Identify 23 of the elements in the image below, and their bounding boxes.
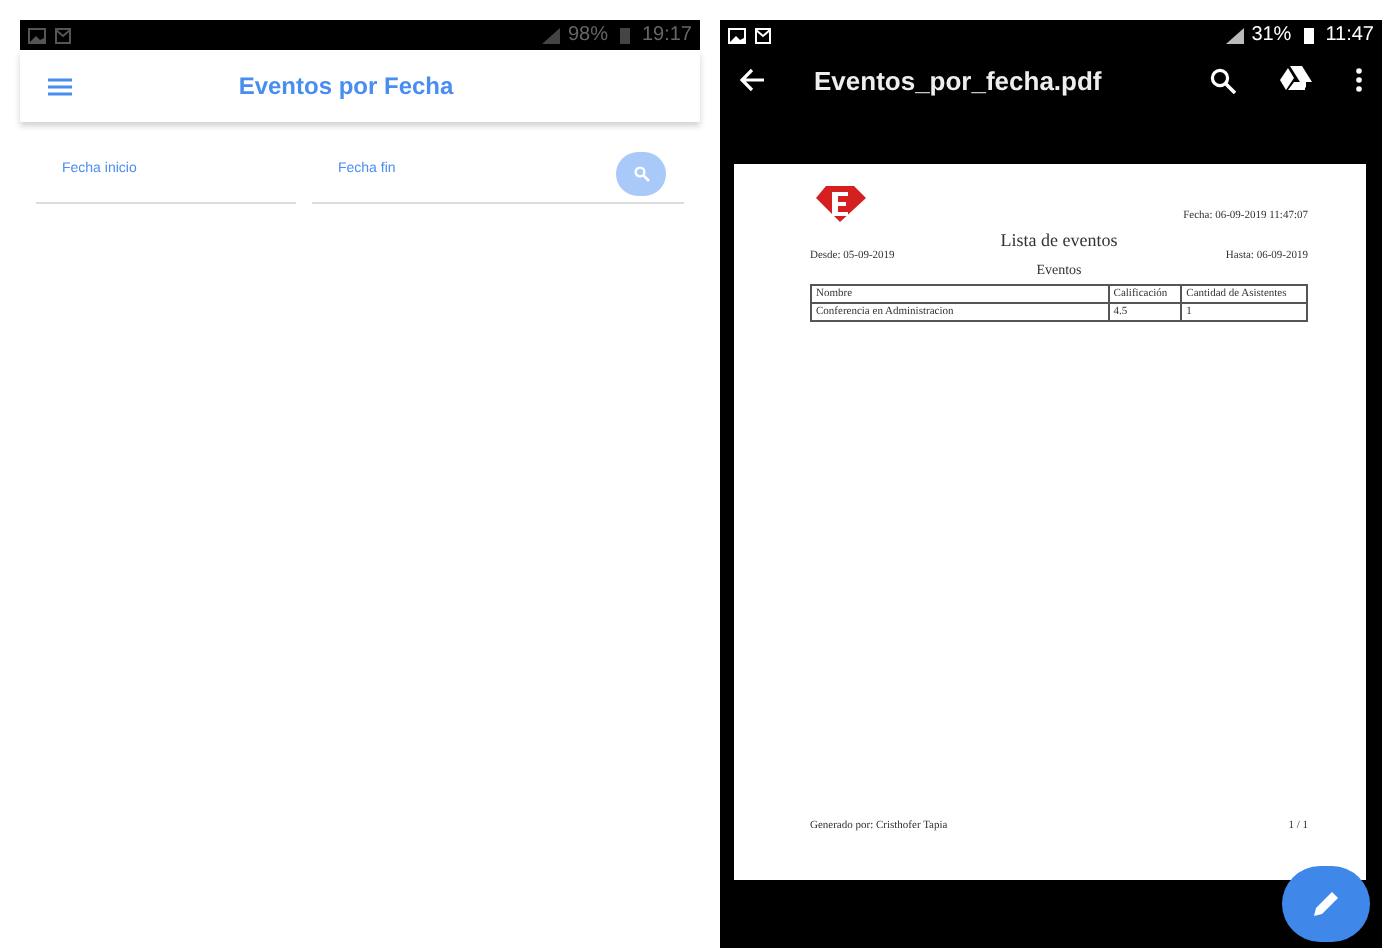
status-time: 11:47 <box>1325 24 1374 46</box>
battery-level: 31% <box>1251 24 1292 46</box>
pencil-icon <box>1310 888 1342 920</box>
battery-icon <box>615 27 634 43</box>
battery-level: 98% <box>567 24 608 46</box>
status-time: 19:17 <box>641 24 692 46</box>
back-arrow-icon[interactable] <box>740 68 766 92</box>
picture-icon <box>728 27 746 43</box>
more-icon[interactable] <box>1356 68 1362 92</box>
app-title: Eventos por Fecha <box>236 72 456 100</box>
signal-icon <box>1225 27 1244 43</box>
logo-icon <box>810 184 870 222</box>
search-icon <box>633 166 649 182</box>
picture-icon <box>28 27 46 43</box>
mail-icon <box>54 27 72 43</box>
document-title: Lista de eventos <box>1000 230 1118 250</box>
menu-icon[interactable] <box>48 77 72 95</box>
signal-icon <box>541 27 560 43</box>
mail-icon <box>754 27 772 43</box>
file-title: Eventos_por_fecha.pdf <box>814 65 1104 95</box>
battery-icon <box>1299 27 1318 43</box>
edit-button[interactable] <box>1282 866 1370 942</box>
search-icon[interactable] <box>1210 67 1236 93</box>
